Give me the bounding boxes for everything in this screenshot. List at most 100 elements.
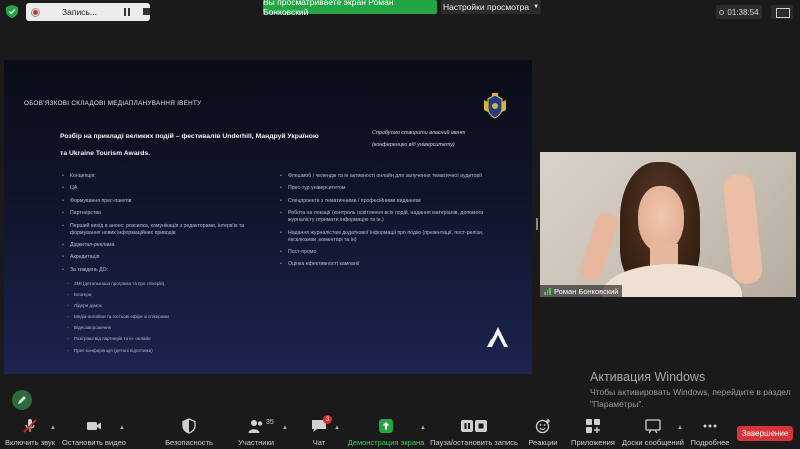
participants-label: Участники [238,438,274,447]
activation-title: Активация Windows [590,370,706,384]
timer-value: 01:38:54 [727,7,759,17]
security-button[interactable]: Безопасность [165,418,213,449]
video-figure [722,172,764,286]
recording-indicator: Запись... [26,3,150,21]
split-view-handle[interactable] [536,218,538,230]
pause-stop-icon [461,420,487,432]
list-item: Діджитал-реклама [62,242,272,249]
apps-button[interactable]: Приложения [570,418,616,449]
list-item: Робота на локації (контроль освітлення в… [280,210,506,224]
reactions-label: Реакции [528,438,558,447]
sub-list-item: Відеозапрошення [66,325,246,331]
annotate-button[interactable] [12,390,32,410]
chat-label: Чат [312,438,326,447]
list-item: Оцінка ефективності кампанії [280,261,506,268]
more-button[interactable]: Подробнее [690,418,730,449]
reactions-button[interactable]: Реакции [526,418,560,449]
unmute-button[interactable]: Включить звук [4,418,56,449]
chat-button[interactable]: 3 Чат [308,415,332,449]
shared-screen-slide: ОБОВ'ЯЗКОВІ СКЛАДОВІ МЕДІАПЛАНУВАННЯ ІВЕ… [4,60,532,374]
participants-count: 35 [266,419,274,426]
pause-recording-button[interactable]: Пауза/остановить запись [430,418,518,449]
participant-video-tile[interactable]: Роман Бонковский [540,152,796,297]
pause-recording-icon[interactable] [123,8,131,16]
chevron-up-icon[interactable]: ▲ [50,425,56,431]
shield-icon [182,418,196,434]
view-options-button[interactable]: Настройки просмотра ▼ [441,0,541,14]
sub-list: ЗМІ (детальнаша програма та про спікерів… [66,281,246,359]
more-label: Подробнее [690,438,730,447]
chat-badge: 3 [323,415,332,424]
whiteboards-label: Доски сообщений [622,438,684,447]
participants-icon [248,420,263,433]
slide-note: Спробуємо створити власний івент (конфер… [372,130,466,148]
list-item: Пост-промо [280,249,506,256]
list-item: Акредитація [62,254,272,261]
recording-label: Запись... [62,7,97,17]
list-item: ЦА [62,185,272,192]
list-item: Перший вихід в анонс: розсилка, комуніка… [62,223,272,237]
apps-label: Приложения [571,438,615,447]
meeting-toolbar: Включить звук ▲ Остановить видео ▲ Безоп… [0,415,800,449]
top-bar: Запись... Вы просматриваете экран Роман … [0,0,800,24]
stop-video-button[interactable]: Остановить видео [62,418,126,449]
slide-headline: Розбір на прикладі великих подій – фести… [60,133,319,157]
shield-icon[interactable] [6,5,18,18]
sub-list-item: Медіа-онлайни та гостьові ефіри зі спіке… [66,314,246,320]
share-screen-icon [379,419,393,433]
list-item: Спецпроекти з тематичними / професійними… [280,198,506,205]
participant-name-tag: Роман Бонковский [540,285,623,297]
participants-button[interactable]: 35 Участники [234,418,278,449]
brand-logo-icon [487,327,508,347]
activation-subtitle: Чтобы активировать Windows, перейдите в … [590,387,791,409]
end-meeting-button[interactable]: Завершение [737,426,793,441]
participant-name: Роман Бонковский [554,286,619,296]
video-figure [577,210,621,284]
share-screen-button[interactable]: Демонстрация экрана [348,418,424,449]
chevron-up-icon[interactable]: ▲ [282,425,288,431]
sub-list-item: Розіграші від партнерів та ін. онлайн [66,336,246,342]
video-camera-icon [87,422,101,430]
audio-level-icon [544,287,551,295]
pause-recording-label: Пауза/остановить запись [430,438,518,447]
record-icon [31,7,40,17]
apps-grid-icon [586,419,600,433]
list-item: Партнерства [62,210,272,217]
unmute-label: Включить звук [4,438,56,447]
chevron-up-icon[interactable]: ▲ [334,425,340,431]
chat-icon-wrap: 3 [311,415,332,434]
microphone-muted-icon [23,419,37,433]
participants-icon-wrap: 35 [248,418,274,434]
list-item: Концепція; [62,173,272,180]
sub-list-item: Блогери, [66,292,246,298]
chevron-up-icon[interactable]: ▲ [119,425,125,431]
right-column-list: Флешмоб / челендж та ін активності онлай… [280,173,506,274]
video-figure [638,186,684,252]
stop-recording-icon[interactable] [143,8,150,15]
stop-video-label: Остановить видео [62,438,126,447]
sub-list-item: Прес-конференція (деталі підготовки) [66,348,246,354]
clock-icon [719,9,725,15]
list-item: За тиждень ДО: [62,267,272,274]
whiteboard-icon [645,419,661,434]
view-options-label: Настройки просмотра [442,2,530,12]
coat-of-arms-icon [484,93,506,119]
view-layout-button[interactable] [771,5,793,19]
meeting-timer: 01:38:54 [716,5,762,19]
left-column-list: Концепція; ЦА Формування прес-пакетів Па… [62,173,272,279]
security-label: Безопасность [165,438,213,447]
slide-title: ОБОВ'ЯЗКОВІ СКЛАДОВІ МЕДІАПЛАНУВАННЯ ІВЕ… [24,100,202,107]
chevron-down-icon: ▼ [533,4,540,10]
smiley-plus-icon [535,419,550,434]
share-screen-label: Демонстрация экрана [347,438,425,447]
chevron-up-icon[interactable]: ▲ [420,425,426,431]
whiteboards-button[interactable]: Доски сообщений [622,418,684,449]
more-dots-icon [703,424,717,428]
list-item: Флешмоб / челендж та ін активності онлай… [280,173,506,180]
chevron-up-icon[interactable]: ▲ [677,425,683,431]
sub-list-item: ЗМІ (детальнаша програма та про спікерів… [66,281,246,287]
list-item: Формування прес-пакетів [62,198,272,205]
screen-share-banner: Вы просматриваете экран Роман Бонковский [263,0,437,17]
list-item: Надання журналістам додаткової інформаці… [280,230,506,244]
pencil-icon [18,396,26,404]
